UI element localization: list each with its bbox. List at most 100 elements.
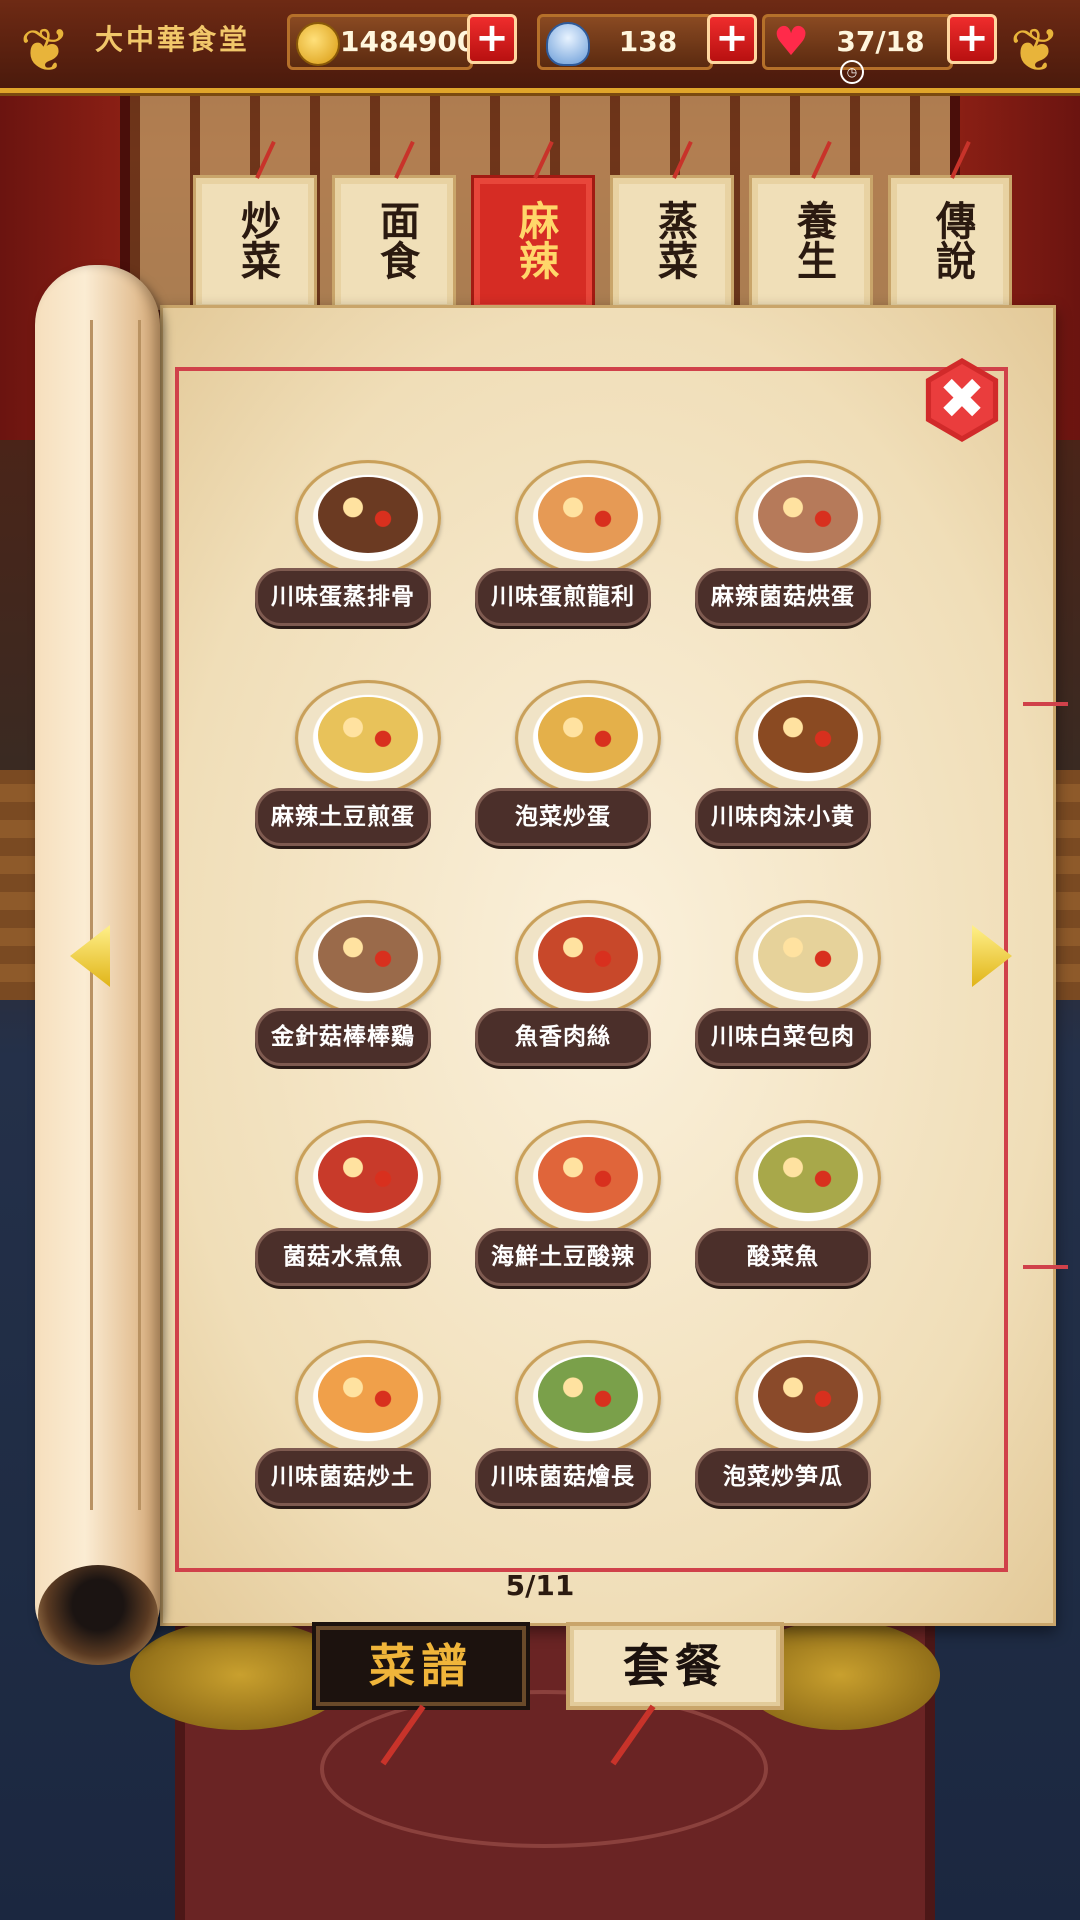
tab-stir-fry[interactable]: 炒菜 [193, 140, 317, 313]
dish-food [758, 1357, 858, 1433]
recipe-card[interactable]: 酸菜魚 [695, 1120, 895, 1300]
dish-food [318, 917, 418, 993]
tab-steamed[interactable]: 蒸菜 [610, 140, 734, 313]
tab-label: 面食 [373, 200, 420, 280]
scroll-roller-line [90, 320, 141, 1510]
close-button[interactable]: ✖ [920, 358, 1004, 442]
recipe-name: 川味蛋煎龍利 [475, 568, 651, 626]
dish-food [538, 697, 638, 773]
dish-food [538, 1357, 638, 1433]
dish-food [758, 477, 858, 553]
gold-counter: 1484900 [287, 14, 477, 70]
recipe-card[interactable]: 川味肉沫小黄 [695, 680, 895, 860]
tab-noodles[interactable]: 面食 [332, 140, 456, 313]
scroll-roller-end [38, 1565, 158, 1665]
timer-icon: ◷ [840, 60, 864, 84]
dish-image [735, 1340, 881, 1456]
recipe-card[interactable]: 麻辣土豆煎蛋 [255, 680, 455, 860]
close-icon: ✖ [938, 367, 986, 432]
recipe-card[interactable]: 菌菇水煮魚 [255, 1120, 455, 1300]
add-ingot-button[interactable]: + [707, 14, 757, 64]
dish-image [735, 460, 881, 576]
frame-tick [1023, 1265, 1068, 1269]
dish-image [295, 1120, 441, 1236]
recipe-name: 酸菜魚 [695, 1228, 871, 1286]
dragon-ornament-left-icon: ❦ [19, 16, 71, 86]
dish-food [318, 697, 418, 773]
recipe-name: 魚香肉絲 [475, 1008, 651, 1066]
recipe-card[interactable]: 川味蛋煎龍利 [475, 460, 675, 640]
recipe-card[interactable]: 魚香肉絲 [475, 900, 675, 1080]
recipe-card[interactable]: 川味菌菇燴長 [475, 1340, 675, 1520]
dragon-ornament-right-icon: ❦ [1009, 16, 1061, 86]
recipe-card[interactable]: 麻辣菌菇烘蛋 [695, 460, 895, 640]
dish-image [735, 900, 881, 1016]
recipe-name: 泡菜炒蛋 [475, 788, 651, 846]
dish-image [295, 1340, 441, 1456]
frame-tick [1023, 702, 1068, 706]
tab-legend[interactable]: 傳說 [888, 140, 1012, 313]
recipe-name: 川味蛋蒸排骨 [255, 568, 431, 626]
dish-image [295, 460, 441, 576]
prev-page-arrow[interactable] [70, 925, 110, 987]
dish-food [538, 917, 638, 993]
add-gold-button[interactable]: + [467, 14, 517, 64]
dish-image [735, 1120, 881, 1236]
dish-image [515, 1340, 661, 1456]
stamina-value: 37/18 [836, 25, 925, 58]
recipe-name: 麻辣土豆煎蛋 [255, 788, 431, 846]
dish-image [295, 680, 441, 796]
recipe-book-button[interactable]: 菜譜 [312, 1622, 530, 1710]
page-indicator: 5/11 [505, 1569, 575, 1602]
recipe-card[interactable]: 川味菌菇炒土 [255, 1340, 455, 1520]
set-meal-button[interactable]: 套餐 [566, 1622, 784, 1710]
heart-icon: ♥ [773, 19, 809, 65]
arrow-right-icon [972, 925, 1012, 987]
dish-food [538, 1137, 638, 1213]
tab-label: 養生 [790, 200, 837, 280]
recipe-name: 金針菇棒棒鷄 [255, 1008, 431, 1066]
recipe-name: 川味菌菇燴長 [475, 1448, 651, 1506]
dish-image [295, 900, 441, 1016]
recipe-name: 川味肉沫小黄 [695, 788, 871, 846]
recipe-card[interactable]: 川味白菜包肉 [695, 900, 895, 1080]
dish-image [515, 680, 661, 796]
tab-label: 炒菜 [234, 200, 281, 280]
recipe-name: 川味白菜包肉 [695, 1008, 871, 1066]
dish-image [735, 680, 881, 796]
shop-name: 大中華食堂 [95, 23, 251, 56]
recipe-card[interactable]: 金針菇棒棒鷄 [255, 900, 455, 1080]
gold-value: 1484900 [340, 25, 477, 58]
dish-food [758, 1137, 858, 1213]
dish-image [515, 460, 661, 576]
tab-spicy[interactable]: 麻辣 [471, 140, 595, 313]
tab-health[interactable]: 養生 [749, 140, 873, 313]
recipe-card[interactable]: 海鮮土豆酸辣 [475, 1120, 675, 1300]
dish-food [758, 697, 858, 773]
dish-image [515, 1120, 661, 1236]
top-bar: ❦ 大中華食堂 1484900 + 138 + ♥ 37/18 + ◷ ❦ [0, 0, 1080, 93]
arrow-left-icon [70, 925, 110, 987]
ingot-counter: 138 [537, 14, 713, 70]
silver-ingot-icon [546, 22, 590, 66]
dish-food [758, 917, 858, 993]
tab-label: 麻辣 [512, 200, 559, 280]
dish-food [318, 1137, 418, 1213]
next-page-arrow[interactable] [972, 925, 1012, 987]
recipe-card[interactable]: 泡菜炒笋瓜 [695, 1340, 895, 1520]
tab-label: 蒸菜 [651, 200, 698, 280]
tab-label: 傳說 [929, 200, 976, 280]
dish-image [515, 900, 661, 1016]
recipe-card[interactable]: 泡菜炒蛋 [475, 680, 675, 860]
recipe-name: 菌菇水煮魚 [255, 1228, 431, 1286]
ingot-value: 138 [618, 25, 678, 58]
recipe-card[interactable]: 川味蛋蒸排骨 [255, 460, 455, 640]
gold-coin-icon [296, 22, 340, 66]
dish-food [318, 477, 418, 553]
recipe-name: 泡菜炒笋瓜 [695, 1448, 871, 1506]
dish-food [538, 477, 638, 553]
recipe-name: 海鮮土豆酸辣 [475, 1228, 651, 1286]
dish-food [318, 1357, 418, 1433]
recipe-name: 川味菌菇炒土 [255, 1448, 431, 1506]
recipe-name: 麻辣菌菇烘蛋 [695, 568, 871, 626]
